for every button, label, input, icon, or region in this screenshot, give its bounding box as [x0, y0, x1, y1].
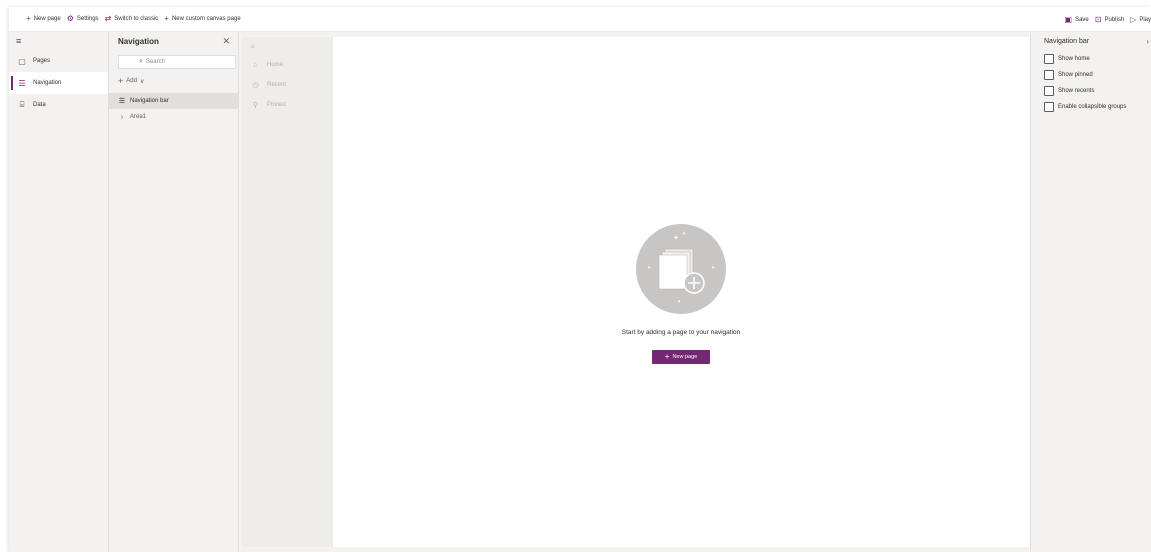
plus-icon: + — [118, 76, 124, 86]
rail-item-label: Pages — [33, 58, 51, 64]
properties-panel: Navigation bar › Show home Show pinned S… — [1030, 32, 1151, 552]
preview-hamburger-icon: ≡ — [250, 41, 255, 51]
empty-state-message: Start by adding a page to your navigatio… — [621, 329, 741, 336]
preview-sitemap: ≡ ⌂ Home ◷ Recent ⚲ Pinned — [242, 37, 333, 547]
pin-icon: ⚲ — [252, 102, 259, 109]
rail-item-label: Navigation — [33, 80, 62, 86]
checkbox-label: Show pinned — [1058, 72, 1093, 78]
new-page-button-label: New page — [672, 354, 698, 360]
show-home-checkbox[interactable]: Show home — [1031, 51, 1151, 67]
close-icon[interactable]: ✕ — [222, 36, 230, 47]
svg-text:✦: ✦ — [677, 299, 681, 305]
list-icon: ☰ — [118, 98, 126, 105]
chevron-down-icon: ∨ — [139, 78, 145, 85]
search-placeholder: Search — [145, 59, 165, 65]
new-page-command[interactable]: + New page — [23, 7, 64, 31]
empty-state: ✦ ✦ ✦ ✦ ✦ Start by adding a page to your… — [333, 223, 1029, 364]
checkbox-box[interactable] — [1044, 102, 1054, 112]
left-rail: ≡ ▢ Pages ☰ Navigation ⌸ Data — [9, 32, 109, 552]
rail-item-label: Data — [33, 102, 46, 108]
save-label: Save — [1075, 16, 1089, 23]
checkbox-label: Enable collapsible groups — [1058, 104, 1127, 110]
navigation-panel: Navigation ✕ ⌕ Search + Add ∨ ☰ Navigati… — [109, 32, 239, 552]
add-label: Add — [126, 78, 137, 84]
command-bar: + New page ⚙ Settings ⇄ Switch to classi… — [9, 7, 1151, 32]
page-icon: ▢ — [18, 56, 26, 66]
search-input[interactable]: ⌕ Search — [118, 55, 236, 69]
gear-icon: ⚙ — [66, 14, 74, 23]
properties-header: Navigation bar › — [1031, 32, 1151, 51]
tree-item-area1[interactable]: › Area1 — [109, 109, 238, 125]
search-icon: ⌕ — [139, 58, 143, 65]
new-custom-canvas-page-label: New custom canvas page — [171, 16, 241, 22]
add-button[interactable]: + Add ∨ — [109, 72, 238, 90]
preview-nav-item-pinned: ⚲ Pinned — [242, 95, 333, 115]
home-icon: ⌂ — [253, 61, 258, 69]
preview-nav-label: Recent — [267, 82, 287, 88]
svg-text:✦: ✦ — [682, 231, 686, 237]
rail-item-navigation[interactable]: ☰ Navigation — [9, 72, 108, 94]
command-bar-right: ▣ Save ⊡ Publish ▷ Play — [1062, 7, 1151, 32]
empty-pages-illustration: ✦ ✦ ✦ ✦ ✦ — [636, 224, 726, 314]
switch-to-classic-label: Switch to classic — [114, 16, 159, 22]
chevron-right-icon[interactable]: › — [1146, 37, 1149, 46]
rail-item-pages[interactable]: ▢ Pages — [9, 50, 108, 72]
publish-command[interactable]: ⊡ Publish — [1092, 7, 1127, 32]
save-icon: ▣ — [1064, 14, 1073, 24]
play-command[interactable]: ▷ Play — [1127, 7, 1151, 32]
preview-nav-item-home: ⌂ Home — [242, 55, 333, 75]
tree-item-navigation-bar[interactable]: ☰ Navigation bar — [109, 93, 238, 109]
preview-nav-label: Pinned — [267, 102, 286, 108]
database-icon: ⌸ — [19, 100, 25, 109]
enable-collapsible-groups-checkbox[interactable]: Enable collapsible groups — [1031, 99, 1151, 115]
new-page-button[interactable]: + New page — [652, 350, 710, 364]
publish-icon: ⊡ — [1094, 14, 1102, 24]
preview-nav-item-recent: ◷ Recent — [242, 75, 333, 95]
properties-title: Navigation bar — [1044, 38, 1090, 45]
svg-text:✦: ✦ — [673, 234, 679, 242]
plus-icon: + — [664, 352, 670, 361]
checkbox-label: Show home — [1058, 56, 1090, 62]
plus-icon: + — [164, 14, 169, 23]
preview-nav-label: Home — [267, 62, 284, 68]
app-window: + New page ⚙ Settings ⇄ Switch to classi… — [9, 7, 1151, 552]
play-icon: ▷ — [1130, 14, 1137, 24]
svg-text:✦: ✦ — [647, 265, 651, 271]
navigation-panel-header: Navigation ✕ — [109, 32, 238, 51]
hamburger-icon: ≡ — [16, 36, 22, 46]
plus-icon: + — [26, 14, 31, 23]
switch-icon: ⇄ — [104, 14, 112, 23]
settings-label: Settings — [76, 16, 99, 22]
checkbox-label: Show recents — [1058, 88, 1095, 94]
play-label: Play — [1139, 16, 1151, 23]
settings-command[interactable]: ⚙ Settings — [64, 7, 102, 31]
show-pinned-checkbox[interactable]: Show pinned — [1031, 67, 1151, 83]
clock-icon: ◷ — [252, 82, 259, 89]
rail-item-data[interactable]: ⌸ Data — [9, 94, 108, 116]
checkbox-box[interactable] — [1044, 86, 1054, 96]
preview-main-area: ✦ ✦ ✦ ✦ ✦ Start by adding a page to your… — [333, 37, 1029, 547]
switch-to-classic-command[interactable]: ⇄ Switch to classic — [102, 7, 162, 31]
chevron-right-icon[interactable]: › — [118, 114, 126, 121]
hamburger-menu-button[interactable]: ≡ — [9, 32, 108, 50]
new-page-label: New page — [33, 16, 61, 22]
navigation-icon: ☰ — [18, 78, 26, 88]
tree-item-label: Area1 — [130, 114, 147, 120]
svg-text:✦: ✦ — [711, 265, 715, 271]
save-command[interactable]: ▣ Save — [1062, 7, 1092, 32]
checkbox-box[interactable] — [1044, 54, 1054, 64]
publish-label: Publish — [1104, 16, 1125, 23]
tree-item-label: Navigation bar — [130, 98, 169, 104]
checkbox-box[interactable] — [1044, 70, 1054, 80]
new-custom-canvas-page-command[interactable]: + New custom canvas page — [161, 7, 243, 31]
navigation-panel-title: Navigation — [118, 37, 159, 46]
show-recents-checkbox[interactable]: Show recents — [1031, 83, 1151, 99]
